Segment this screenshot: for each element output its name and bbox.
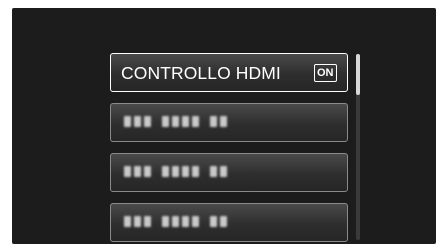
- menu-item-obscured-2[interactable]: [110, 153, 348, 192]
- menu-item-label: CONTROLLO HDMI: [121, 63, 281, 83]
- menu-item-hdmi-control[interactable]: CONTROLLO HDMI ON: [110, 53, 348, 92]
- on-status-badge: ON: [314, 64, 337, 82]
- scrollbar-thumb[interactable]: [356, 54, 360, 95]
- blurred-label: [124, 166, 227, 177]
- blurred-label: [124, 116, 227, 127]
- menu-item-obscured-3[interactable]: [110, 203, 348, 242]
- blurred-label: [124, 216, 227, 227]
- camera-menu-screen: CONTROLLO HDMI ON: [12, 8, 436, 244]
- menu-item-obscured-1[interactable]: [110, 103, 348, 142]
- menu-list: CONTROLLO HDMI ON: [110, 53, 350, 244]
- menu-scrollbar[interactable]: [356, 54, 360, 240]
